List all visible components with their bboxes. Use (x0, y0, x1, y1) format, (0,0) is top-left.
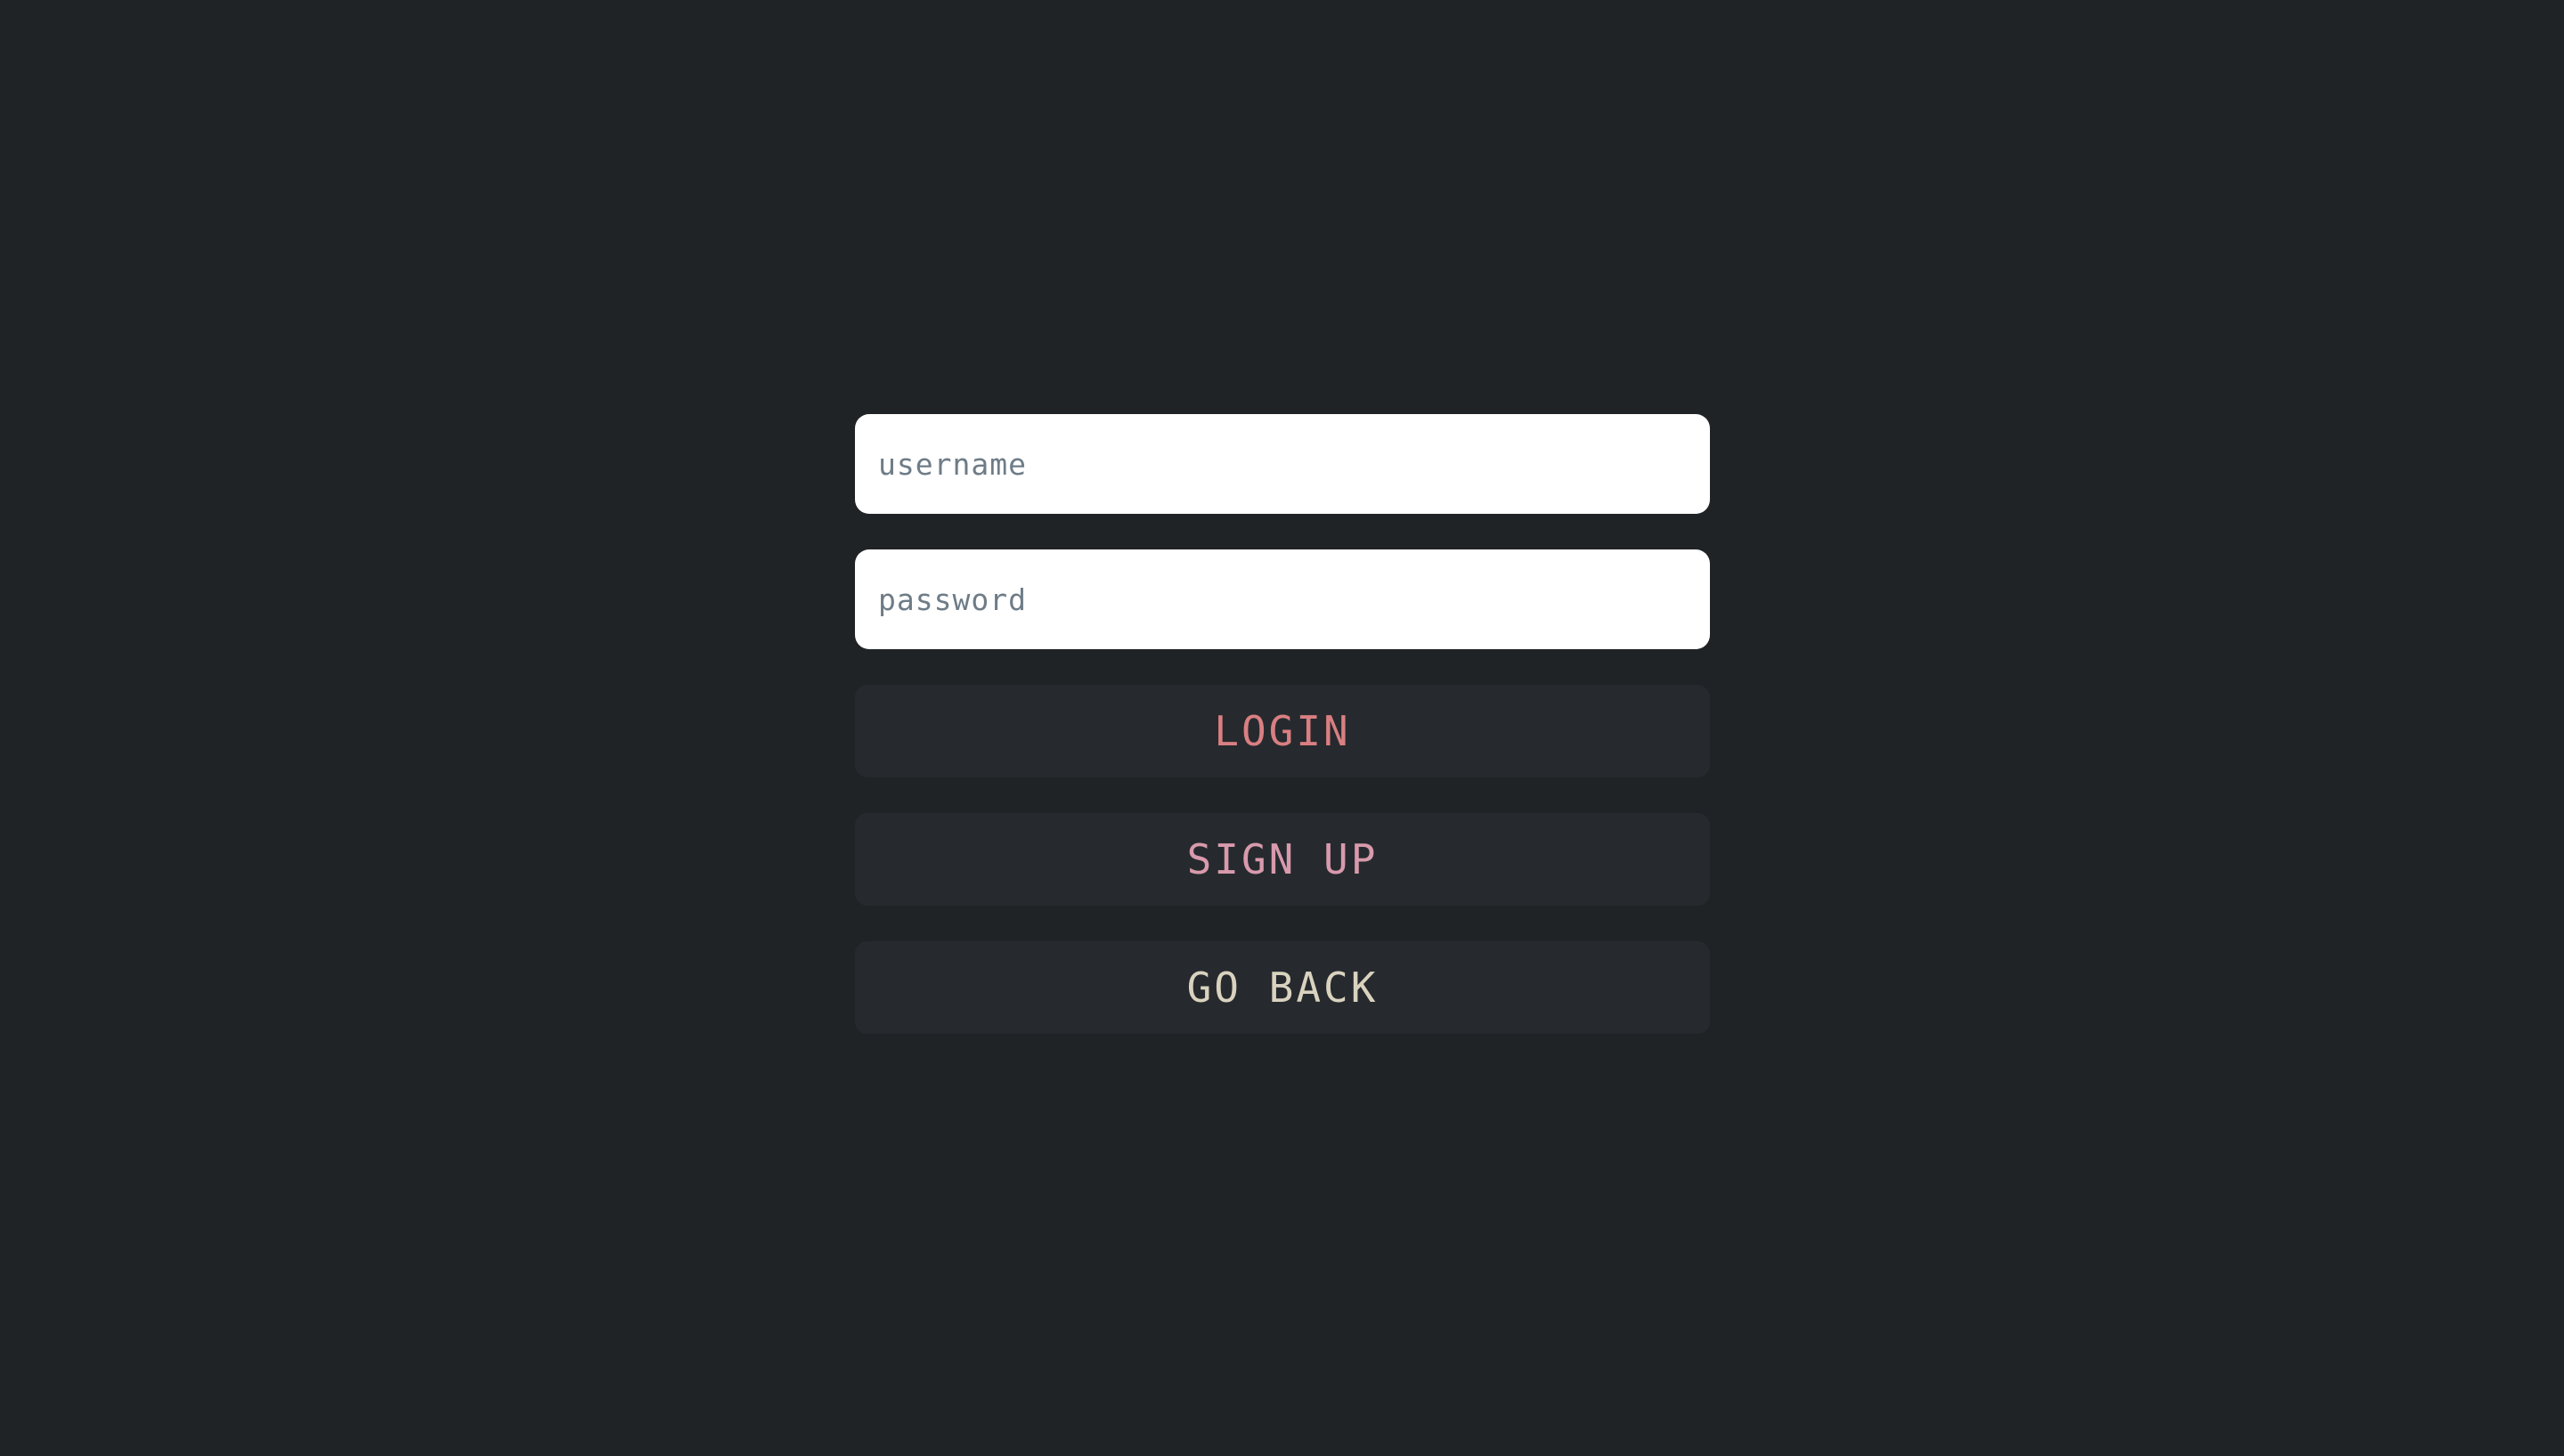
password-field[interactable] (855, 549, 1710, 649)
go-back-button[interactable]: GO BACK (855, 941, 1710, 1034)
login-button[interactable]: LOGIN (855, 685, 1710, 777)
username-field[interactable] (855, 414, 1710, 514)
sign-up-button[interactable]: SIGN UP (855, 813, 1710, 906)
login-form: LOGIN SIGN UP GO BACK (855, 414, 1710, 1034)
